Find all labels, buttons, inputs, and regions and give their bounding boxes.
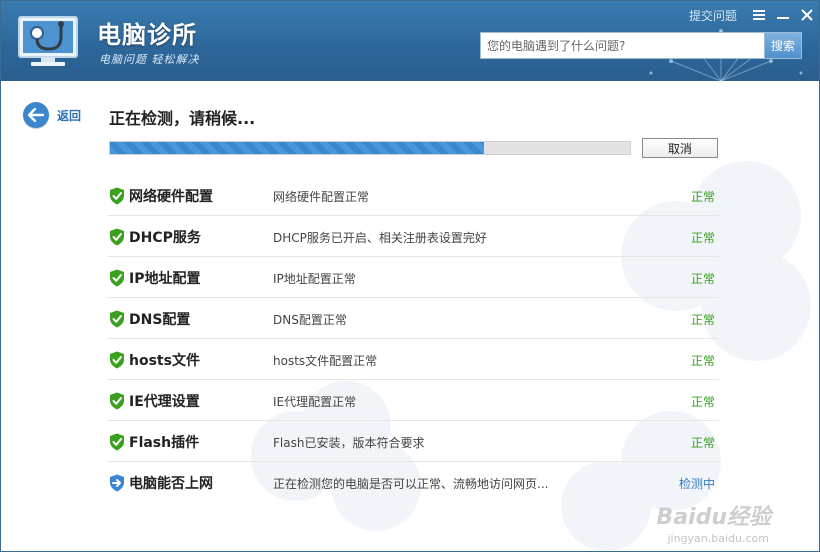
check-description: Flash已安装，版本符合要求 [273, 436, 425, 450]
check-name: hosts文件 [129, 353, 200, 369]
menu-icon [753, 10, 765, 20]
check-description: IP地址配置正常 [273, 272, 356, 286]
app-logo-icon [18, 16, 78, 66]
check-row: 网络硬件配置 网络硬件配置正常 正常 [107, 175, 719, 216]
minimize-icon [777, 17, 789, 19]
check-name: Flash插件 [129, 435, 200, 451]
check-name: IP地址配置 [129, 271, 201, 287]
check-row: Flash插件 Flash已安装，版本符合要求 正常 [107, 421, 719, 462]
check-list: 网络硬件配置 网络硬件配置正常 正常 DHCP服务 DHCP服务已开启、相关注册表设置完… [107, 175, 719, 503]
minimize-button[interactable] [771, 3, 795, 27]
back-button[interactable]: 返回 [23, 102, 81, 128]
check-row: 电脑能否上网 正在检测您的电脑是否可以正常、流畅地访问网页... 检测中 [107, 462, 719, 503]
window-controls: 提交问题 [689, 1, 819, 29]
shield-check-icon [110, 351, 124, 369]
search-button[interactable]: 搜索 [764, 33, 801, 58]
shield-check-icon [110, 433, 124, 451]
check-name: 电脑能否上网 [129, 476, 213, 492]
check-name: DNS配置 [129, 312, 191, 328]
shield-check-icon [110, 392, 124, 410]
check-row: IP地址配置 IP地址配置正常 正常 [107, 257, 719, 298]
close-button[interactable] [795, 3, 819, 27]
check-result: 正常 [690, 272, 715, 286]
check-result: 正常 [690, 190, 715, 204]
cancel-button[interactable]: 取消 [642, 138, 718, 158]
feedback-link[interactable]: 提交问题 [689, 7, 747, 24]
shield-check-icon [110, 310, 124, 328]
app-slogan: 电脑问题 轻松解决 [99, 53, 200, 66]
back-arrow-icon [23, 102, 49, 128]
shield-arrow-icon [110, 474, 124, 492]
check-description: DHCP服务已开启、相关注册表设置完好 [273, 231, 487, 245]
shield-check-icon [110, 228, 124, 246]
watermark-url: jingyan.baidu.com [667, 532, 769, 545]
check-result: 正常 [690, 231, 715, 245]
check-row: DNS配置 DNS配置正常 正常 [107, 298, 719, 339]
close-icon [801, 9, 813, 21]
title-bar: 电脑诊所 电脑问题 轻松解决 提交问题 搜索 [1, 1, 819, 81]
search-input[interactable] [481, 33, 765, 58]
check-description: DNS配置正常 [273, 313, 347, 327]
scan-progress-bar [109, 141, 631, 155]
shield-check-icon [110, 187, 124, 205]
search-box: 搜索 [480, 32, 802, 59]
app-title: 电脑诊所 [97, 21, 197, 49]
check-name: 网络硬件配置 [129, 189, 213, 205]
menu-button[interactable] [747, 3, 771, 27]
watermark-logo: Baidu经验 [656, 505, 771, 530]
check-row: DHCP服务 DHCP服务已开启、相关注册表设置完好 正常 [107, 216, 719, 257]
check-result: 正常 [690, 354, 715, 368]
check-name: IE代理设置 [129, 394, 200, 410]
shield-check-icon [110, 269, 124, 287]
back-label: 返回 [57, 108, 82, 123]
check-description: IE代理配置正常 [273, 395, 357, 409]
check-result: 正常 [690, 395, 715, 409]
app-window: 电脑诊所 电脑问题 轻松解决 提交问题 搜索 [0, 0, 820, 552]
check-row: IE代理设置 IE代理配置正常 正常 [107, 380, 719, 421]
check-result: 检测中 [678, 477, 715, 491]
check-description: 网络硬件配置正常 [273, 190, 370, 204]
check-description: 正在检测您的电脑是否可以正常、流畅地访问网页... [273, 477, 549, 491]
check-result: 正常 [690, 313, 715, 327]
check-description: hosts文件配置正常 [273, 354, 378, 368]
check-name: DHCP服务 [129, 230, 201, 246]
check-row: hosts文件 hosts文件配置正常 正常 [107, 339, 719, 380]
scan-progress-fill [110, 142, 485, 154]
check-result: 正常 [690, 436, 715, 450]
scan-status-title: 正在检测，请稍候... [109, 109, 256, 128]
